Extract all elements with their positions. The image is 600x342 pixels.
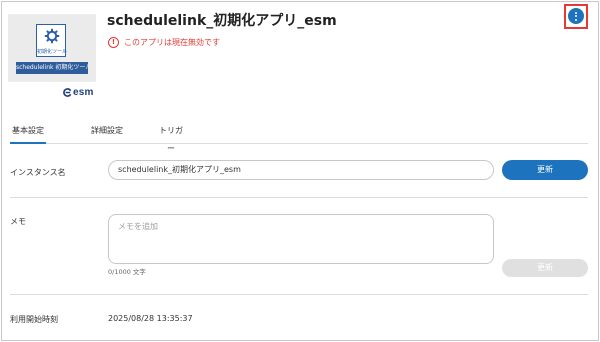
brand-logo: esm (63, 87, 94, 98)
start-time-label: 利用開始時刻 (10, 315, 58, 324)
start-time-value: 2025/08/28 13:35:37 (108, 314, 193, 323)
tool-card-label: 初期化ツール (37, 49, 68, 55)
more-menu-button[interactable] (568, 8, 584, 24)
instance-name-label: インスタンス名 (10, 168, 66, 177)
page-title: schedulelink_初期化アプリ_esm (107, 13, 337, 29)
app-detail-panel: 初期化ツール schedulelink 初期化ツール esm schedulel… (1, 1, 599, 341)
status-text: このアプリは現在無効です (124, 38, 220, 47)
divider (10, 294, 588, 295)
divider (10, 197, 588, 198)
gear-icon (44, 28, 60, 44)
thumbnail-banner: schedulelink 初期化ツール (16, 62, 88, 74)
memo-char-counter: 0/1000 文字 (108, 268, 146, 276)
tool-card: 初期化ツール (36, 24, 68, 57)
memo-label: メモ (10, 217, 26, 226)
memo-textarea[interactable]: メモを追加 (108, 214, 494, 264)
brand-name: esm (73, 87, 94, 98)
warning-icon: ! (108, 37, 119, 48)
tab-trigger[interactable]: トリガー (156, 122, 186, 153)
app-thumbnail: 初期化ツール schedulelink 初期化ツール (8, 14, 96, 82)
memo-update-button: 更新 (502, 259, 588, 277)
tab-bar: 基本設定 詳細設定 トリガー (10, 122, 588, 153)
tab-advanced-settings[interactable]: 詳細設定 (87, 122, 127, 144)
instance-update-button[interactable]: 更新 (502, 160, 588, 180)
tab-basic-settings[interactable]: 基本設定 (10, 122, 46, 144)
more-vert-icon (575, 11, 577, 14)
esm-logo-icon (63, 88, 72, 97)
status-message: ! このアプリは現在無効です (108, 37, 220, 48)
instance-name-input[interactable]: schedulelink_初期化アプリ_esm (108, 160, 494, 180)
